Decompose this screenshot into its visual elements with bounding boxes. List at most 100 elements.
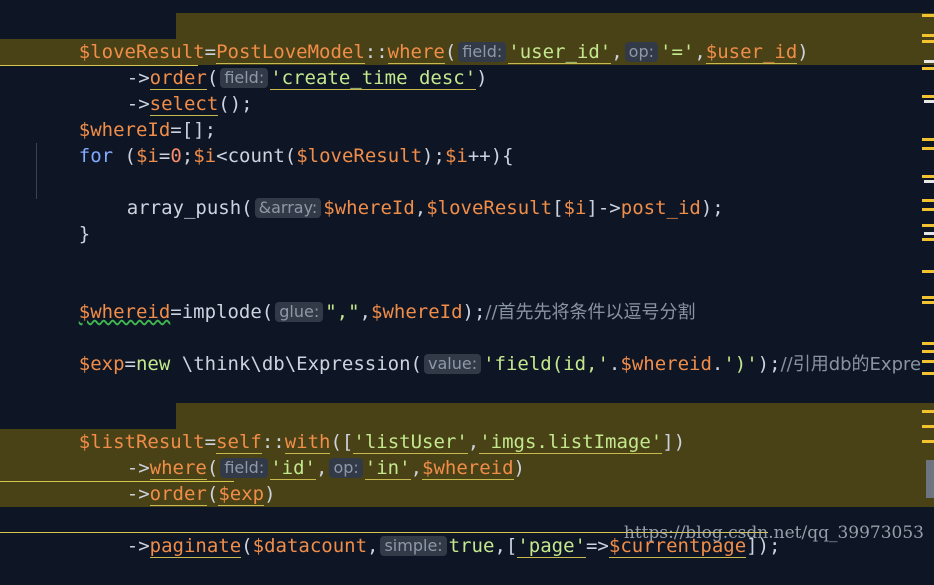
token-function: =implode( <box>170 301 274 323</box>
token-variable: $exp <box>78 353 125 375</box>
token-function: array_push( <box>126 197 253 219</box>
scrollbar-thumb[interactable] <box>926 460 934 498</box>
scroll-marker <box>922 440 934 443</box>
scroll-marker <box>922 360 934 363</box>
param-hint: &array: <box>254 198 322 218</box>
token-operator: => <box>585 535 609 557</box>
token-comma: , <box>359 301 371 323</box>
scroll-marker <box>922 224 934 227</box>
scroll-marker <box>922 199 934 202</box>
token-variable: $whereid <box>620 353 712 375</box>
token-punctuation: ); <box>422 145 445 167</box>
token-keyword: new <box>135 353 171 375</box>
token-number: 0 <box>170 145 182 167</box>
scroll-marker <box>924 60 934 63</box>
token-arrow: -> <box>126 483 150 505</box>
token-operator: = <box>158 145 171 167</box>
scrollbar-marker-gutter[interactable] <box>922 0 934 553</box>
token-bracket: ]) <box>662 431 686 453</box>
code-line-8[interactable]: $whereid=implode(glue: ",",$whereId);//首先… <box>33 273 696 323</box>
token-punctuation: ++){ <box>467 145 514 167</box>
code-line-9[interactable]: $exp=new \think\db\Expression(value:'fie… <box>33 325 921 375</box>
param-hint: op: <box>329 458 363 478</box>
token-variable: $i <box>135 145 159 167</box>
token-variable: $loveResult <box>426 197 553 219</box>
token-variable: $i <box>193 145 217 167</box>
scroll-marker <box>924 180 934 183</box>
code-line-10[interactable]: $listResult=self::with(['listUser','imgs… <box>33 403 685 454</box>
token-keyword: for <box>78 145 114 167</box>
scroll-marker <box>922 238 934 241</box>
scroll-marker <box>922 175 934 178</box>
scroll-marker <box>922 270 934 273</box>
token-punctuation: ( <box>113 145 136 167</box>
token-arrow: -> <box>126 535 150 557</box>
token-string: "," <box>325 301 360 323</box>
scroll-marker <box>924 232 934 235</box>
scroll-marker <box>922 301 934 304</box>
token-comment: //引用db的Expre <box>780 354 922 375</box>
code-line-3[interactable]: ->select(); <box>81 65 253 116</box>
token-comma: , <box>316 457 328 479</box>
token-bracket: [ <box>505 535 518 557</box>
code-editor[interactable]: $loveResult=PostLoveModel::where(field: '… <box>0 0 934 558</box>
token-namespace: \think\db\Expression( <box>170 353 422 375</box>
token-operator: . <box>711 353 724 375</box>
token-comma: , <box>410 457 423 479</box>
token-bracket: [ <box>552 197 564 219</box>
scroll-marker <box>922 40 934 43</box>
token-paren: ( <box>206 483 219 505</box>
token-variable: $i <box>563 197 587 219</box>
scroll-marker <box>922 34 934 37</box>
scroll-marker <box>922 95 934 98</box>
token-variable: $whereid <box>78 301 171 323</box>
token-string: 'page' <box>517 535 586 558</box>
code-line-5[interactable]: for ($i=0;$i<count($loveResult);$i++){ <box>33 117 514 167</box>
token-paren: ( <box>241 535 253 557</box>
scroll-marker <box>924 100 934 103</box>
token-bracket: ]-> <box>586 197 621 219</box>
param-hint: value: <box>423 354 482 374</box>
param-hint: glue: <box>275 302 324 322</box>
scroll-marker <box>922 372 934 375</box>
token-punctuation: ); <box>700 197 724 219</box>
code-line-11[interactable]: ->where(field:'id', op:'in',$whereid) <box>81 429 525 480</box>
code-line-7[interactable]: } <box>33 195 90 245</box>
token-variable: $exp <box>218 483 265 506</box>
code-line-6[interactable]: array_push(&array: $whereId,$loveResult[$… <box>81 169 724 219</box>
token-comma: , <box>367 535 379 557</box>
token-variable: $user_id <box>705 41 798 64</box>
scroll-marker <box>922 208 934 211</box>
scroll-marker <box>922 425 934 428</box>
token-paren: ) <box>264 483 276 505</box>
token-comma: , <box>611 41 623 63</box>
scroll-marker <box>922 67 934 70</box>
code-line-1[interactable]: $loveResult=PostLoveModel::where(field: '… <box>33 13 809 64</box>
scroll-marker <box>922 14 934 17</box>
token-punctuation: ); <box>462 301 486 323</box>
code-line-12[interactable]: ->order($exp) <box>81 455 276 506</box>
watermark-text: https://blog.csdn.net/qq_39973053 <box>623 523 924 543</box>
token-operator: = <box>124 353 136 375</box>
scroll-marker <box>922 296 934 299</box>
token-punctuation: <count( <box>216 145 297 167</box>
token-string: 'field(id,' <box>483 353 609 375</box>
scroll-marker <box>922 147 934 150</box>
token-string: 'in' <box>364 457 411 480</box>
token-punctuation: ); <box>757 353 781 375</box>
token-comma: , <box>694 41 706 63</box>
token-brace: } <box>78 223 91 245</box>
token-string: 'user_id' <box>508 41 612 64</box>
scroll-marker <box>922 342 934 345</box>
code-line-2[interactable]: ->order(field:'create_time desc') <box>81 39 488 90</box>
token-function: order <box>149 483 207 506</box>
token-paren: ) <box>797 41 809 63</box>
token-property: post_id <box>620 197 701 219</box>
param-hint: simple: <box>380 536 447 556</box>
code-line-4[interactable]: $whereId=[]; <box>33 91 216 141</box>
token-string: 'create_time desc' <box>270 67 477 90</box>
token-string: '=' <box>660 41 695 63</box>
token-comma: , <box>494 535 506 557</box>
token-variable: $whereId <box>323 197 415 219</box>
token-variable: $whereid <box>422 457 514 480</box>
